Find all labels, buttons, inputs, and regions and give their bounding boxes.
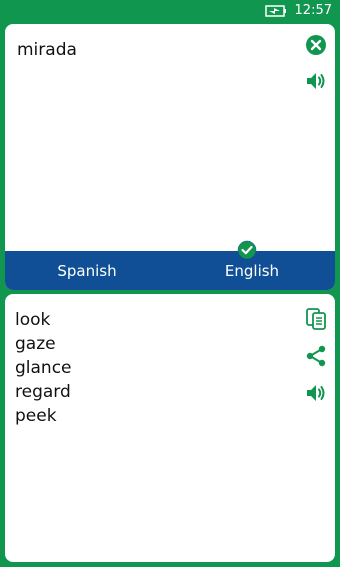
source-text[interactable]: mirada [17, 40, 287, 60]
result-word: look [15, 310, 51, 330]
clear-icon[interactable] [304, 33, 328, 57]
result-word: peek [15, 406, 57, 426]
selected-check-icon [237, 240, 257, 260]
clock: 12:57 [294, 3, 332, 18]
source-speaker-icon[interactable] [304, 69, 328, 93]
result-word: glance [15, 358, 72, 378]
result-word: gaze [15, 334, 56, 354]
result-speaker-icon[interactable] [304, 381, 328, 405]
source-language-button[interactable]: Spanish [12, 262, 162, 280]
result-list: look gaze glance regard peek [15, 308, 72, 428]
share-icon[interactable] [304, 344, 328, 368]
copy-icon[interactable] [304, 307, 328, 331]
status-bar: 12:57 [0, 0, 340, 22]
source-card: mirada Spanish English [5, 24, 335, 290]
battery-charging-icon [265, 5, 286, 17]
target-language-button[interactable]: English [177, 262, 327, 280]
language-bar: Spanish English [5, 251, 335, 290]
result-card: look gaze glance regard peek [5, 294, 335, 562]
result-word: regard [15, 382, 71, 402]
